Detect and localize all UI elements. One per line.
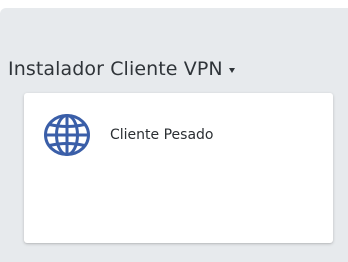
installer-title: Instalador Cliente VPN <box>8 58 223 80</box>
installer-dropdown[interactable]: Instalador Cliente VPN <box>8 54 235 84</box>
client-item-label: Cliente Pesado <box>110 127 214 143</box>
client-item-heavy[interactable]: Cliente Pesado <box>43 113 213 157</box>
globe-icon <box>44 114 90 156</box>
client-card: Cliente Pesado <box>24 93 333 243</box>
caret-down-icon <box>228 67 235 73</box>
